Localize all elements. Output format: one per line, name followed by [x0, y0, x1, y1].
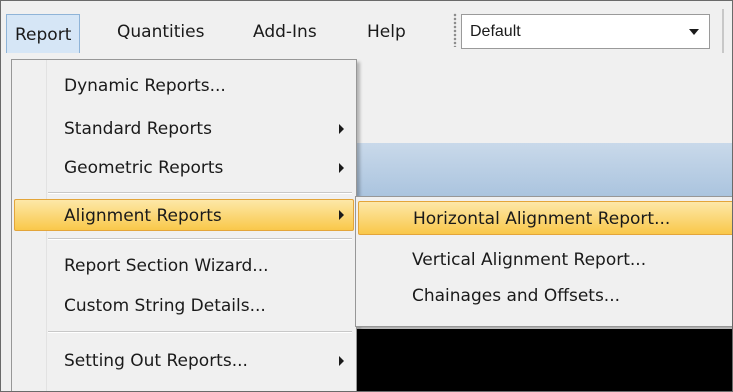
submenu-item-chainages-and-offsets[interactable]: Chainages and Offsets... [358, 279, 732, 313]
menu-item-label: Setting Out Reports... [64, 351, 248, 371]
menu-item-label: Custom String Details... [64, 296, 266, 316]
submenu-item-label: Horizontal Alignment Report... [413, 209, 671, 229]
submenu-arrow-icon [339, 163, 344, 173]
menu-item-setting-out-reports[interactable]: Setting Out Reports... [14, 345, 354, 377]
application-window: Report Quantities Add-Ins Help Default D… [0, 0, 733, 392]
menu-item-standard-reports[interactable]: Standard Reports [14, 113, 354, 145]
menu-item-label: Standard Reports [64, 119, 212, 139]
chevron-down-icon[interactable] [689, 29, 699, 35]
menu-report-label: Report [15, 25, 72, 45]
submenu-item-label: Chainages and Offsets... [412, 286, 621, 306]
menu-item-dynamic-reports[interactable]: Dynamic Reports... [14, 70, 354, 102]
submenu-item-horizontal-alignment-report[interactable]: Horizontal Alignment Report... [358, 201, 732, 235]
graphics-view [356, 329, 732, 391]
menu-item-label: Alignment Reports [64, 206, 222, 226]
menu-separator [48, 238, 352, 240]
submenu-item-vertical-alignment-report[interactable]: Vertical Alignment Report... [358, 243, 732, 277]
menu-bar: Report Quantities Add-Ins Help Default [1, 1, 732, 59]
style-combo[interactable]: Default [461, 14, 710, 49]
menu-report[interactable]: Report [6, 14, 81, 53]
menu-item-geometric-reports[interactable]: Geometric Reports [14, 152, 354, 184]
menu-item-label: Dynamic Reports... [64, 76, 226, 96]
style-combo-value: Default [470, 23, 521, 40]
submenu-arrow-icon [339, 210, 344, 220]
menu-separator [48, 192, 352, 194]
menu-help[interactable]: Help [359, 15, 414, 49]
menu-item-report-section-wizard[interactable]: Report Section Wizard... [14, 250, 354, 282]
workspace-top [356, 59, 732, 143]
workspace-title-bar [356, 143, 732, 199]
toolbar-divider [722, 9, 724, 53]
menu-item-label: Geometric Reports [64, 158, 224, 178]
toolbar-grip[interactable] [453, 13, 457, 47]
menu-help-label: Help [367, 22, 406, 42]
submenu-arrow-icon [339, 124, 344, 134]
menu-item-custom-string-details[interactable]: Custom String Details... [14, 290, 354, 322]
submenu-item-label: Vertical Alignment Report... [412, 250, 647, 270]
menu-add-ins-label: Add-Ins [253, 22, 317, 42]
alignment-reports-submenu: Horizontal Alignment Report... Vertical … [355, 196, 732, 327]
menu-item-alignment-reports[interactable]: Alignment Reports [14, 199, 354, 231]
menu-quantities[interactable]: Quantities [109, 15, 212, 49]
menu-separator [48, 331, 352, 333]
report-dropdown-menu: Dynamic Reports... Standard Reports Geom… [11, 59, 357, 391]
menu-add-ins[interactable]: Add-Ins [245, 15, 325, 49]
submenu-arrow-icon [339, 356, 344, 366]
menu-item-label: Report Section Wizard... [64, 256, 269, 276]
menu-quantities-label: Quantities [117, 22, 205, 42]
